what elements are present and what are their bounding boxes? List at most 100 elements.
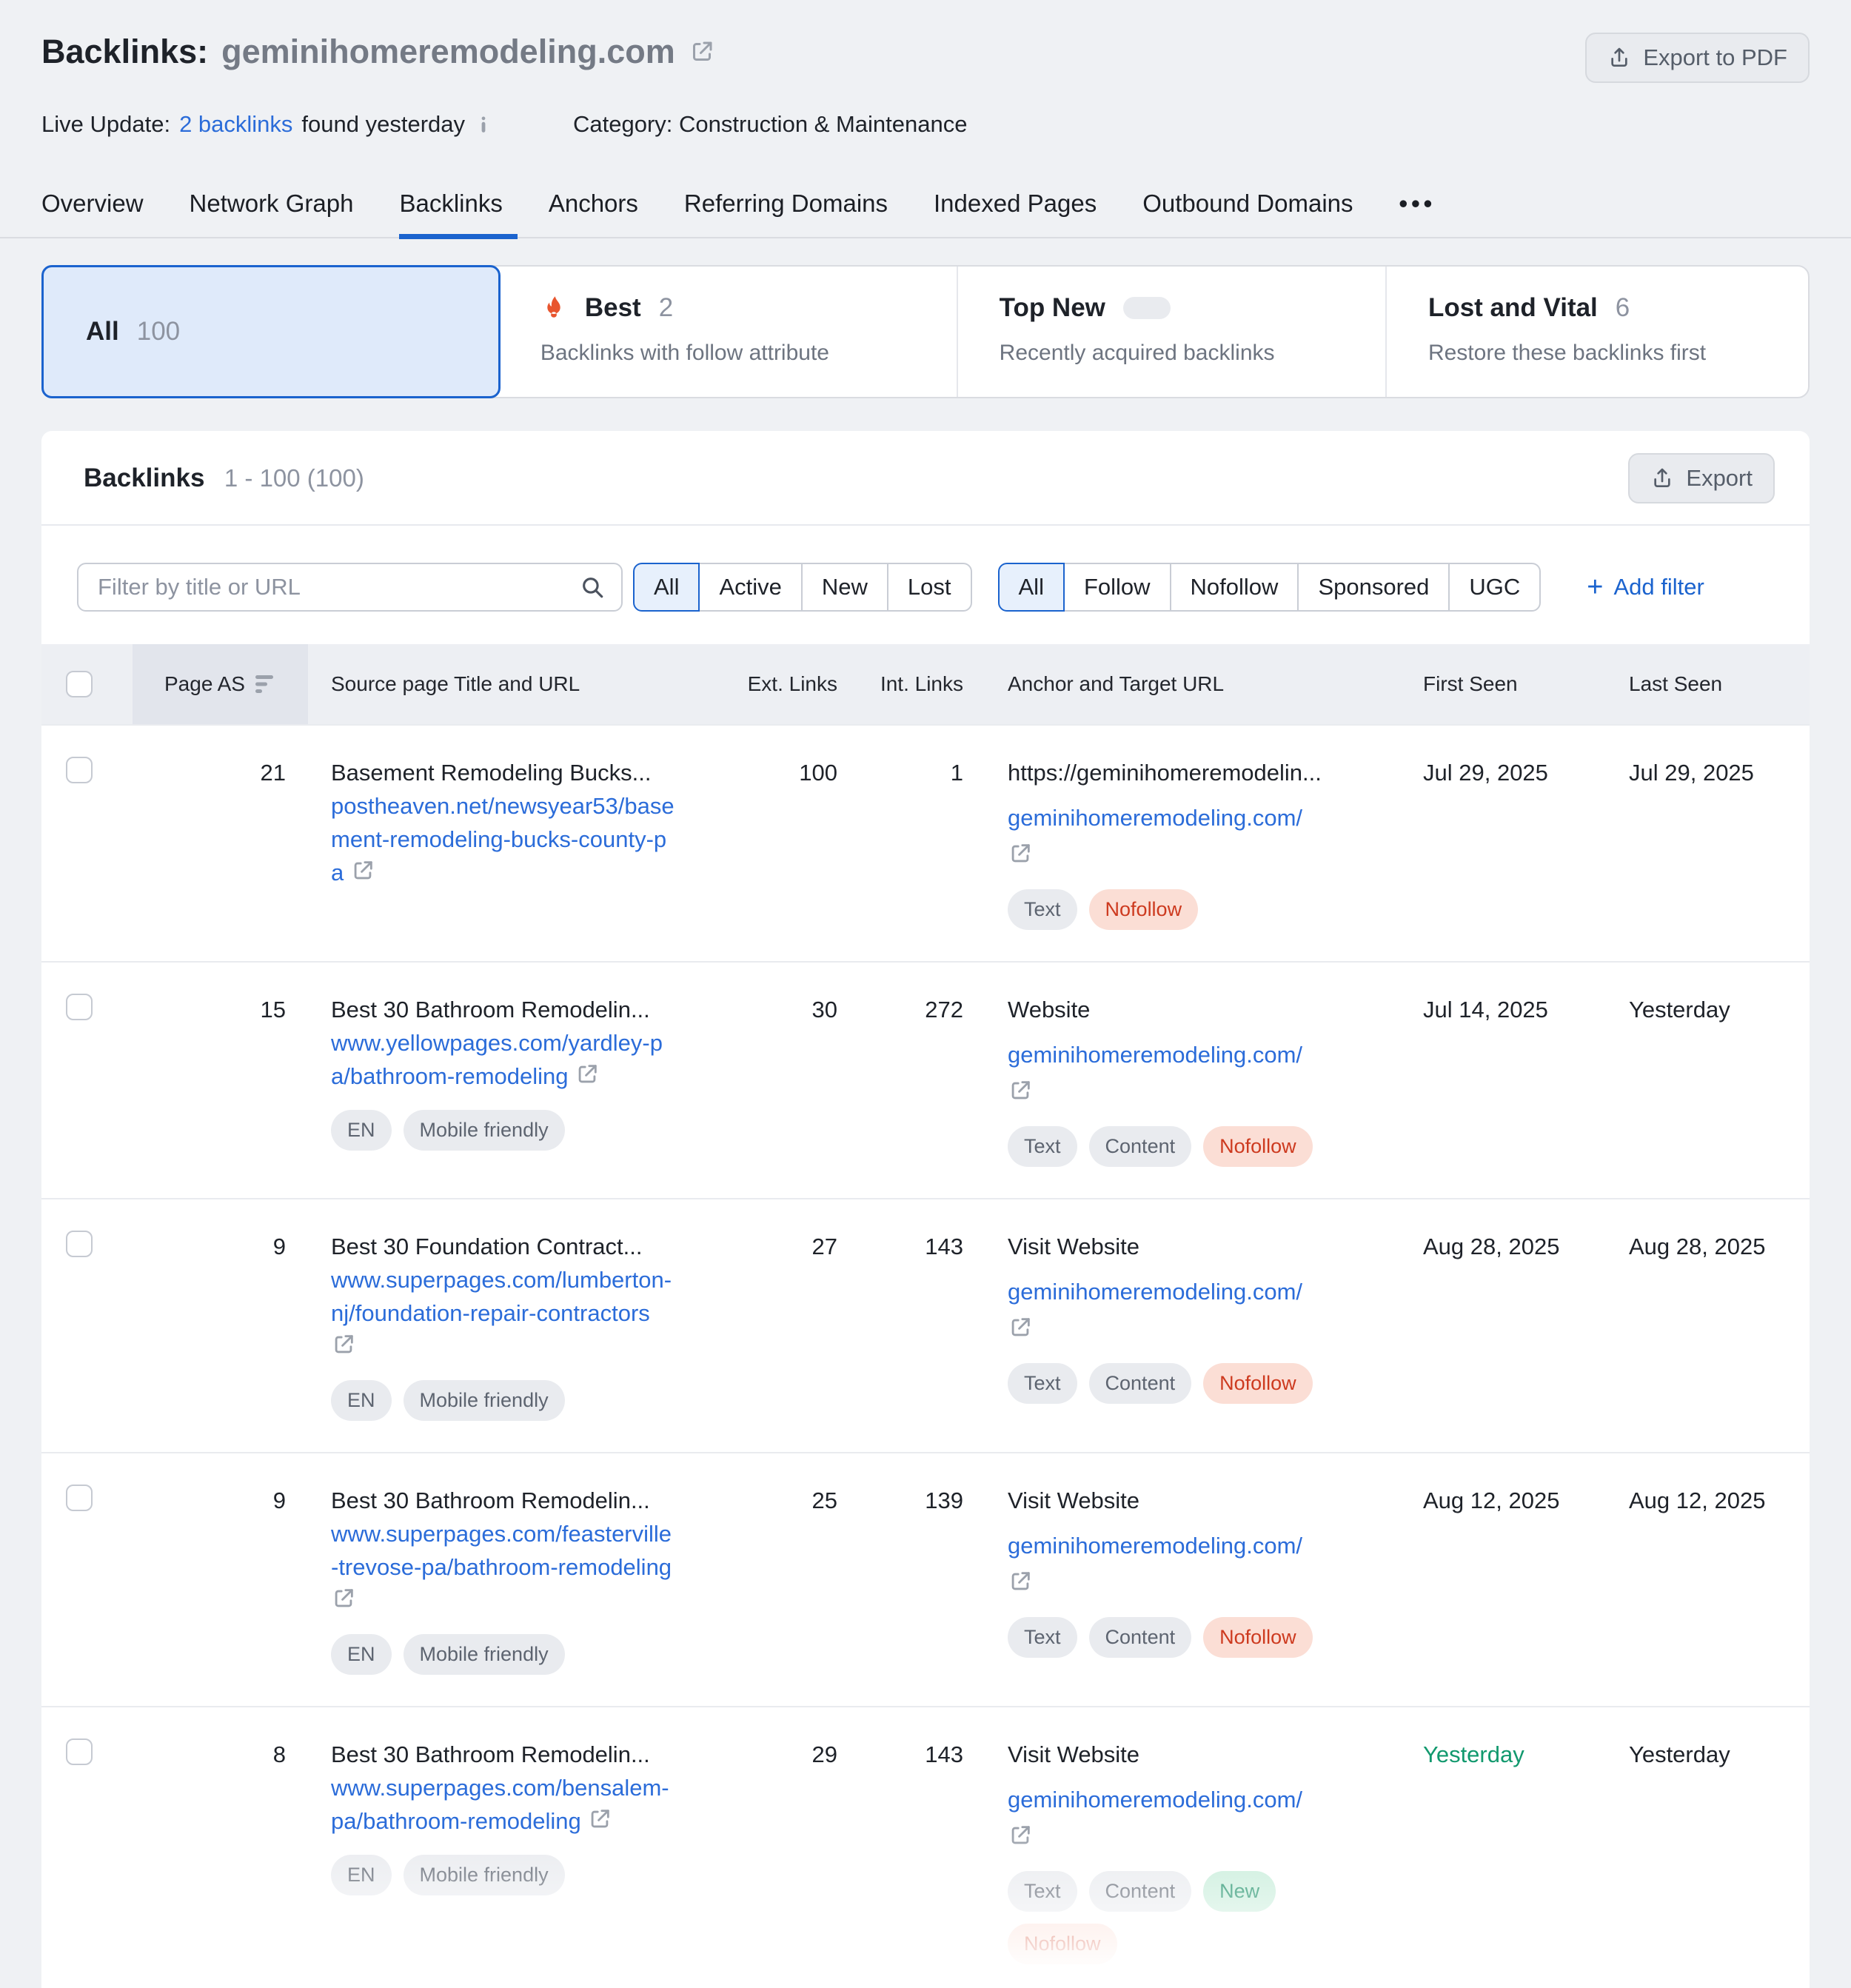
ext-links-value: 100 (745, 757, 871, 790)
status-filter-new[interactable]: New (801, 563, 888, 612)
follow-filter-nofollow[interactable]: Nofollow (1170, 563, 1299, 612)
card-lost-vital[interactable]: Lost and Vital 6 Restore these backlinks… (1387, 267, 1805, 397)
badge-content: Content (1089, 1871, 1192, 1912)
card-best-count: 2 (659, 293, 673, 323)
last-seen-value: Aug 12, 2025 (1626, 1485, 1785, 1518)
backlinks-page: Backlinks: geminihomeremodeling.com Expo… (0, 0, 1851, 1988)
tab-bar: Overview Network Graph Backlinks Anchors Ref… (41, 190, 1810, 238)
source-url-link[interactable]: www.superpages.com/lumberton-nj/foundati… (331, 1267, 672, 1326)
tab-overview[interactable]: Overview (41, 190, 144, 238)
column-source[interactable]: Source page Title and URL (308, 644, 745, 724)
external-link-icon[interactable] (331, 1586, 356, 1611)
source-badges: ENMobile friendly (331, 1110, 686, 1151)
external-link-icon[interactable] (331, 1332, 356, 1357)
external-link-icon[interactable] (575, 1062, 600, 1087)
target-url-link[interactable]: geminihomeremodeling.com/ (1008, 1787, 1302, 1813)
column-anchor[interactable]: Anchor and Target URL (997, 644, 1419, 724)
source-url-link[interactable]: www.yellowpages.com/yardley-pa/bathroom-… (331, 1030, 663, 1089)
tab-outbound-domains[interactable]: Outbound Domains (1142, 190, 1353, 238)
row-checkbox[interactable] (66, 1485, 93, 1511)
row-checkbox[interactable] (66, 994, 93, 1020)
source-title: Basement Remodeling Bucks... (331, 757, 745, 790)
row-checkbox[interactable] (66, 757, 93, 783)
int-links-value: 143 (871, 1738, 997, 1772)
external-link-icon[interactable] (350, 858, 375, 883)
page-as-value: 15 (133, 994, 308, 1027)
row-checkbox[interactable] (66, 1738, 93, 1765)
column-last-seen[interactable]: Last Seen (1626, 644, 1785, 724)
external-link-icon[interactable] (1008, 1823, 1033, 1848)
first-seen-value: Aug 12, 2025 (1419, 1485, 1626, 1518)
row-checkbox-cell (66, 1485, 133, 1521)
source-cell: Best 30 Bathroom Remodelin... www.yellow… (308, 994, 745, 1151)
target-url-link[interactable]: geminihomeremodeling.com/ (1008, 805, 1302, 831)
target-url-link[interactable]: geminihomeremodeling.com/ (1008, 1279, 1302, 1305)
external-link-icon[interactable] (1008, 1078, 1033, 1103)
column-first-seen[interactable]: First Seen (1419, 644, 1626, 724)
card-best-title: Best (585, 293, 641, 323)
plus-icon: + (1587, 573, 1603, 601)
follow-filter-all[interactable]: All (998, 563, 1065, 612)
anchor-cell: Visit Website geminihomeremodeling.com/ … (997, 1738, 1419, 1964)
first-seen-value: Yesterday (1419, 1738, 1626, 1772)
tab-indexed-pages[interactable]: Indexed Pages (934, 190, 1097, 238)
status-filter-group: AllActiveNewLost (633, 563, 972, 612)
panel-header: Backlinks 1 - 100 (100) Export (41, 431, 1810, 526)
external-link-icon[interactable] (1008, 841, 1033, 866)
anchor-badges: TextContentNewNofollow (1008, 1871, 1363, 1964)
status-filter-lost[interactable]: Lost (887, 563, 972, 612)
live-update-link[interactable]: 2 backlinks (179, 111, 292, 138)
card-all[interactable]: All 100 (41, 265, 501, 398)
backlinks-panel: Backlinks 1 - 100 (100) Export AllActive… (41, 431, 1810, 1988)
follow-filter-follow[interactable]: Follow (1063, 563, 1171, 612)
row-checkbox[interactable] (66, 1231, 93, 1257)
card-top-new[interactable]: Top New Recently acquired backlinks (958, 267, 1387, 397)
external-link-icon[interactable] (1008, 1569, 1033, 1594)
last-seen-value: Jul 29, 2025 (1626, 757, 1785, 790)
target-url-link[interactable]: geminihomeremodeling.com/ (1008, 1042, 1302, 1068)
source-badges: ENMobile friendly (331, 1380, 686, 1421)
column-page-as[interactable]: Page AS (133, 644, 308, 724)
source-url-link[interactable]: www.superpages.com/feasterville-trevose-… (331, 1521, 672, 1580)
row-checkbox-cell (66, 757, 133, 793)
ext-links-value: 27 (745, 1231, 871, 1264)
status-filter-active[interactable]: Active (698, 563, 802, 612)
anchor-badges: TextContentNofollow (1008, 1126, 1363, 1167)
info-icon[interactable] (474, 115, 493, 134)
tabs-more-button[interactable]: ••• (1399, 190, 1436, 238)
badge-text: Text (1008, 1617, 1077, 1658)
follow-filter-sponsored[interactable]: Sponsored (1297, 563, 1450, 612)
page-as-value: 9 (133, 1231, 308, 1264)
tab-backlinks[interactable]: Backlinks (399, 190, 502, 238)
page-title: Backlinks: geminihomeremodeling.com (41, 33, 715, 71)
export-button[interactable]: Export (1628, 453, 1775, 503)
select-all-checkbox[interactable] (66, 671, 93, 697)
external-link-icon[interactable] (689, 39, 715, 65)
external-link-icon[interactable] (1008, 1315, 1033, 1340)
card-all-title: All (86, 317, 119, 347)
badge-mobile-friendly: Mobile friendly (404, 1110, 565, 1151)
source-url-link[interactable]: postheaven.net/newsyear53/basement-remod… (331, 793, 675, 886)
sort-descending-icon[interactable] (255, 675, 276, 694)
top-new-toggle[interactable] (1123, 297, 1171, 319)
badge-content: Content (1089, 1126, 1192, 1167)
search-input[interactable] (77, 563, 623, 612)
export-pdf-label: Export to PDF (1643, 44, 1787, 71)
external-link-icon[interactable] (587, 1807, 612, 1832)
first-seen-value: Aug 28, 2025 (1419, 1231, 1626, 1264)
follow-filter-ugc[interactable]: UGC (1448, 563, 1541, 612)
target-url-link[interactable]: geminihomeremodeling.com/ (1008, 1533, 1302, 1559)
search-icon[interactable] (580, 575, 605, 600)
tab-network-graph[interactable]: Network Graph (190, 190, 354, 238)
export-pdf-button[interactable]: Export to PDF (1585, 33, 1810, 83)
tab-referring-domains[interactable]: Referring Domains (684, 190, 888, 238)
add-filter-button[interactable]: + Add filter (1582, 572, 1709, 602)
column-ext-links[interactable]: Ext. Links (745, 644, 871, 724)
badge-nofollow: Nofollow (1203, 1126, 1313, 1167)
card-best[interactable]: Best 2 Backlinks with follow attribute (499, 267, 958, 397)
status-filter-all[interactable]: All (633, 563, 700, 612)
source-url-link[interactable]: www.superpages.com/bensalem-pa/bathroom-… (331, 1775, 669, 1834)
column-int-links[interactable]: Int. Links (871, 644, 997, 724)
tab-anchors[interactable]: Anchors (549, 190, 638, 238)
source-title: Best 30 Bathroom Remodelin... (331, 994, 745, 1027)
